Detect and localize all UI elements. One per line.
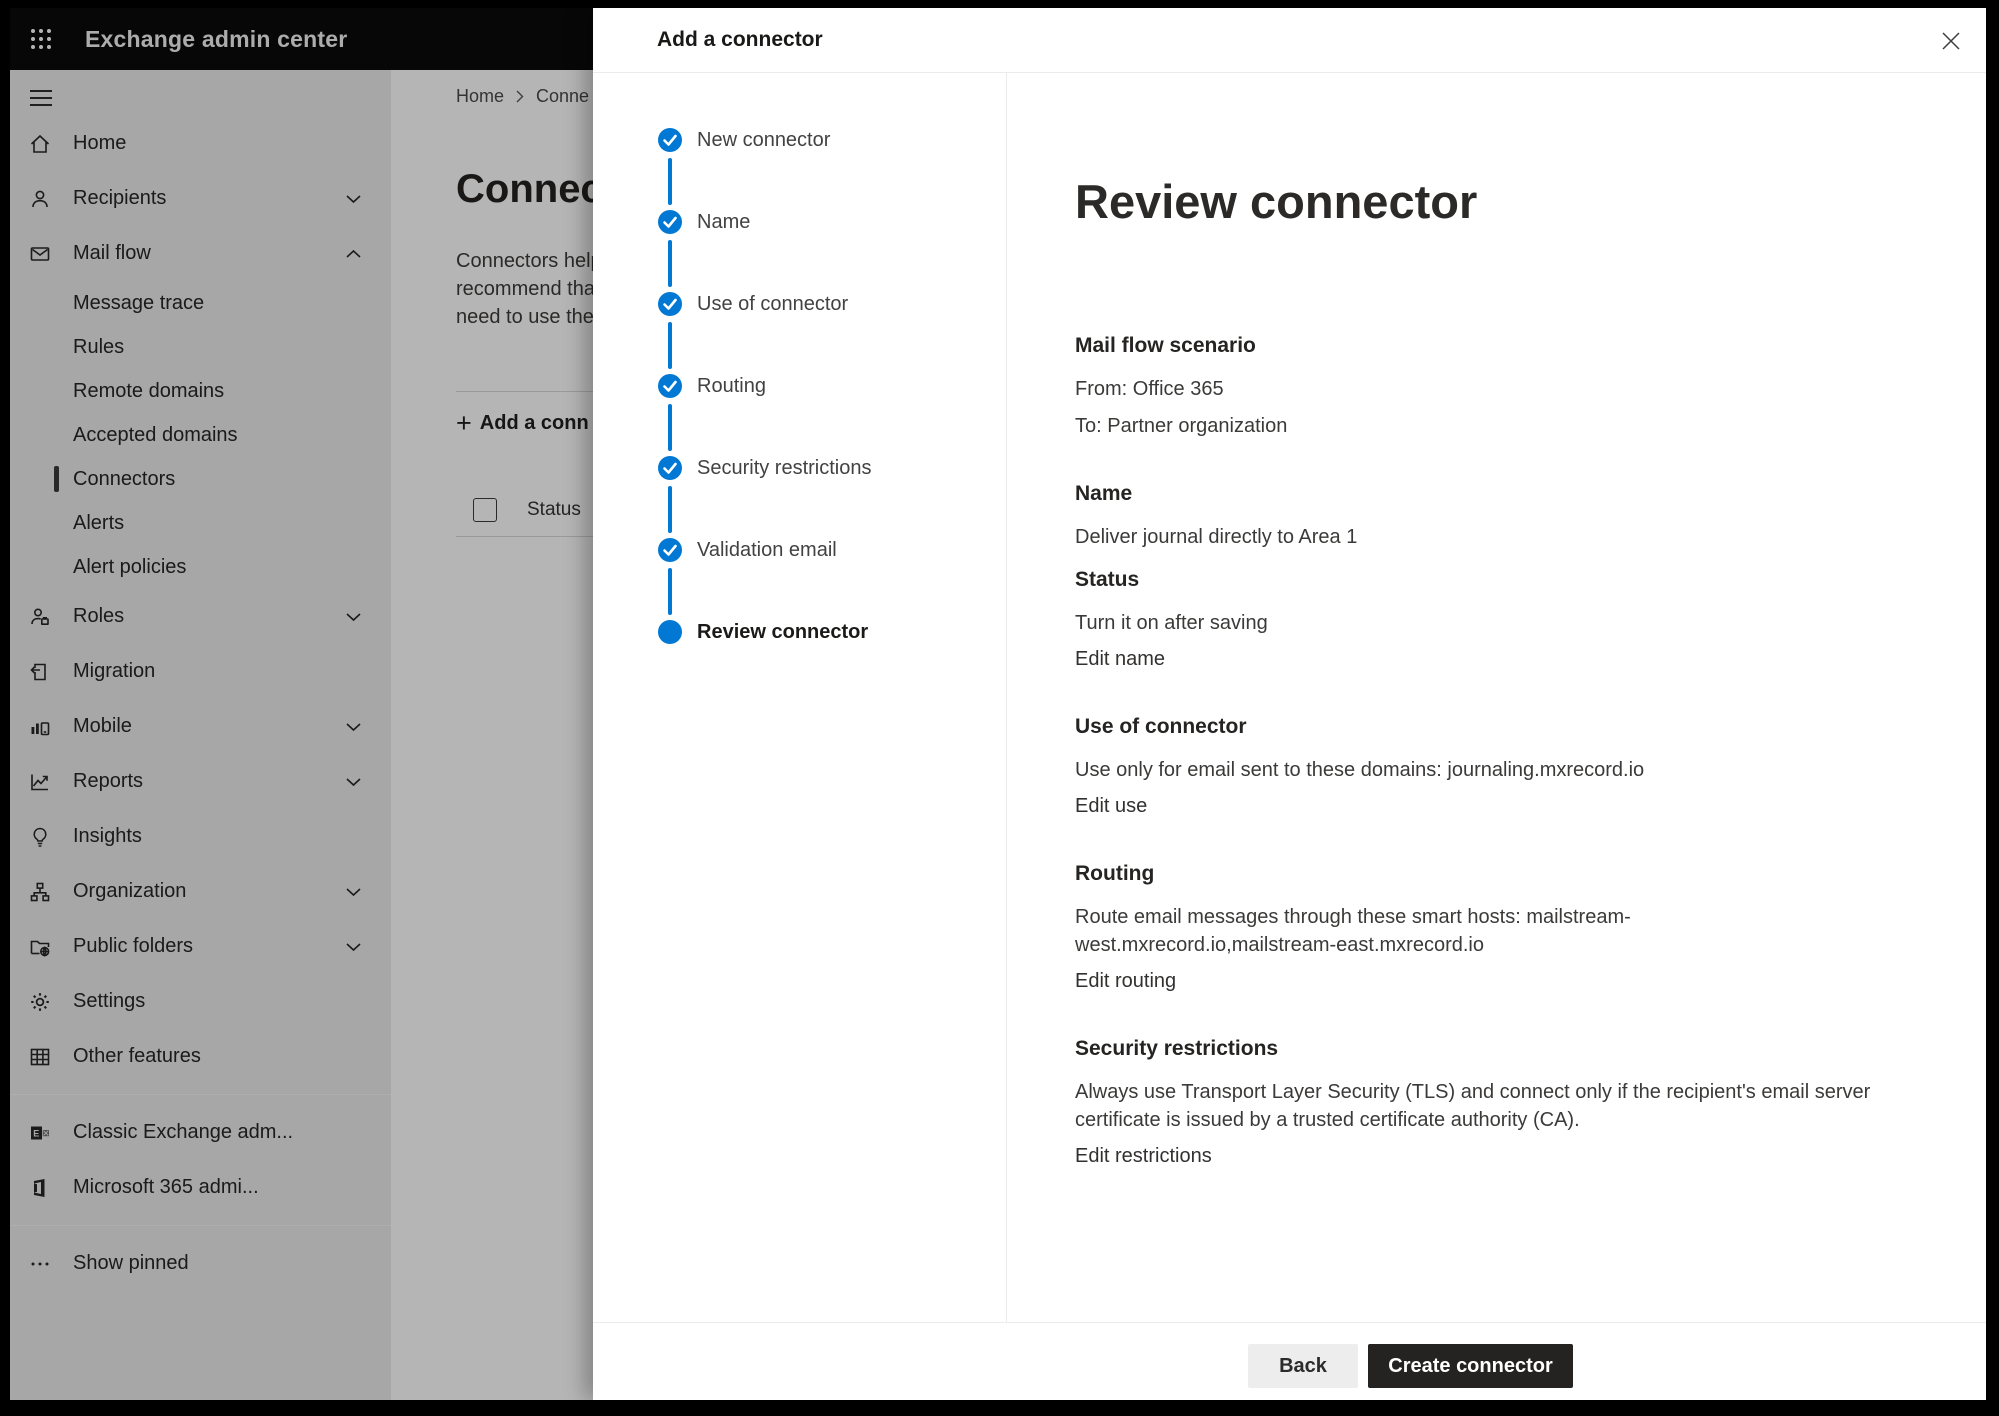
step-label: Use of connector	[697, 292, 848, 316]
section-header-routing: Routing	[1075, 861, 1916, 887]
step-complete-icon	[658, 374, 682, 398]
mail-flow-to-value: To: Partner organization	[1075, 412, 1885, 440]
use-of-connector-value: Use only for email sent to these domains…	[1075, 756, 1885, 784]
step-complete-icon	[658, 210, 682, 234]
step-label: Routing	[697, 374, 766, 398]
step-current-icon	[658, 620, 682, 644]
step-label: New connector	[697, 128, 830, 152]
step-complete-icon	[658, 456, 682, 480]
edit-use-link[interactable]: Edit use	[1075, 792, 1147, 820]
routing-value: Route email messages through these smart…	[1075, 903, 1885, 959]
edit-name-link[interactable]: Edit name	[1075, 645, 1165, 673]
wizard-step-routing[interactable]: Routing	[658, 374, 1006, 456]
section-header-security-restrictions: Security restrictions	[1075, 1036, 1916, 1062]
section-header-mail-flow-scenario: Mail flow scenario	[1075, 333, 1916, 359]
edit-restrictions-link[interactable]: Edit restrictions	[1075, 1142, 1212, 1170]
back-button[interactable]: Back	[1248, 1344, 1358, 1388]
wizard-step-new-connector[interactable]: New connector	[658, 128, 1006, 210]
mail-flow-from-value: From: Office 365	[1075, 375, 1885, 403]
wizard-steps: New connector Name Use of connector Rout…	[593, 73, 1007, 1322]
section-header-use-of-connector: Use of connector	[1075, 714, 1916, 740]
security-restrictions-value: Always use Transport Layer Security (TLS…	[1075, 1078, 1885, 1134]
section-header-name: Name	[1075, 481, 1916, 507]
section-header-status: Status	[1075, 567, 1916, 593]
step-complete-icon	[658, 292, 682, 316]
review-heading: Review connector	[1075, 174, 1916, 230]
wizard-step-review-connector[interactable]: Review connector	[658, 620, 1006, 702]
step-complete-icon	[658, 538, 682, 562]
status-value: Turn it on after saving	[1075, 609, 1885, 637]
dialog-header: Add a connector	[593, 8, 1986, 73]
edit-routing-link[interactable]: Edit routing	[1075, 967, 1176, 995]
close-icon[interactable]	[1938, 28, 1964, 54]
wizard-step-name[interactable]: Name	[658, 210, 1006, 292]
dialog-title: Add a connector	[657, 28, 823, 52]
step-label: Security restrictions	[697, 456, 872, 480]
step-label: Review connector	[697, 620, 868, 644]
review-content: Review connector Mail flow scenario From…	[1007, 73, 1986, 1322]
step-complete-icon	[658, 128, 682, 152]
step-label: Validation email	[697, 538, 837, 562]
wizard-step-use-of-connector[interactable]: Use of connector	[658, 292, 1006, 374]
name-value: Deliver journal directly to Area 1	[1075, 523, 1885, 551]
step-label: Name	[697, 210, 750, 234]
add-connector-dialog: Add a connector New connector Name Use o…	[593, 8, 1986, 1400]
dialog-body: New connector Name Use of connector Rout…	[593, 73, 1986, 1322]
create-connector-button[interactable]: Create connector	[1368, 1344, 1573, 1388]
dialog-footer: Back Create connector	[593, 1322, 1986, 1400]
screen: Exchange admin center Home Recipients Ma…	[10, 8, 1986, 1400]
wizard-step-validation-email[interactable]: Validation email	[658, 538, 1006, 620]
wizard-step-security-restrictions[interactable]: Security restrictions	[658, 456, 1006, 538]
